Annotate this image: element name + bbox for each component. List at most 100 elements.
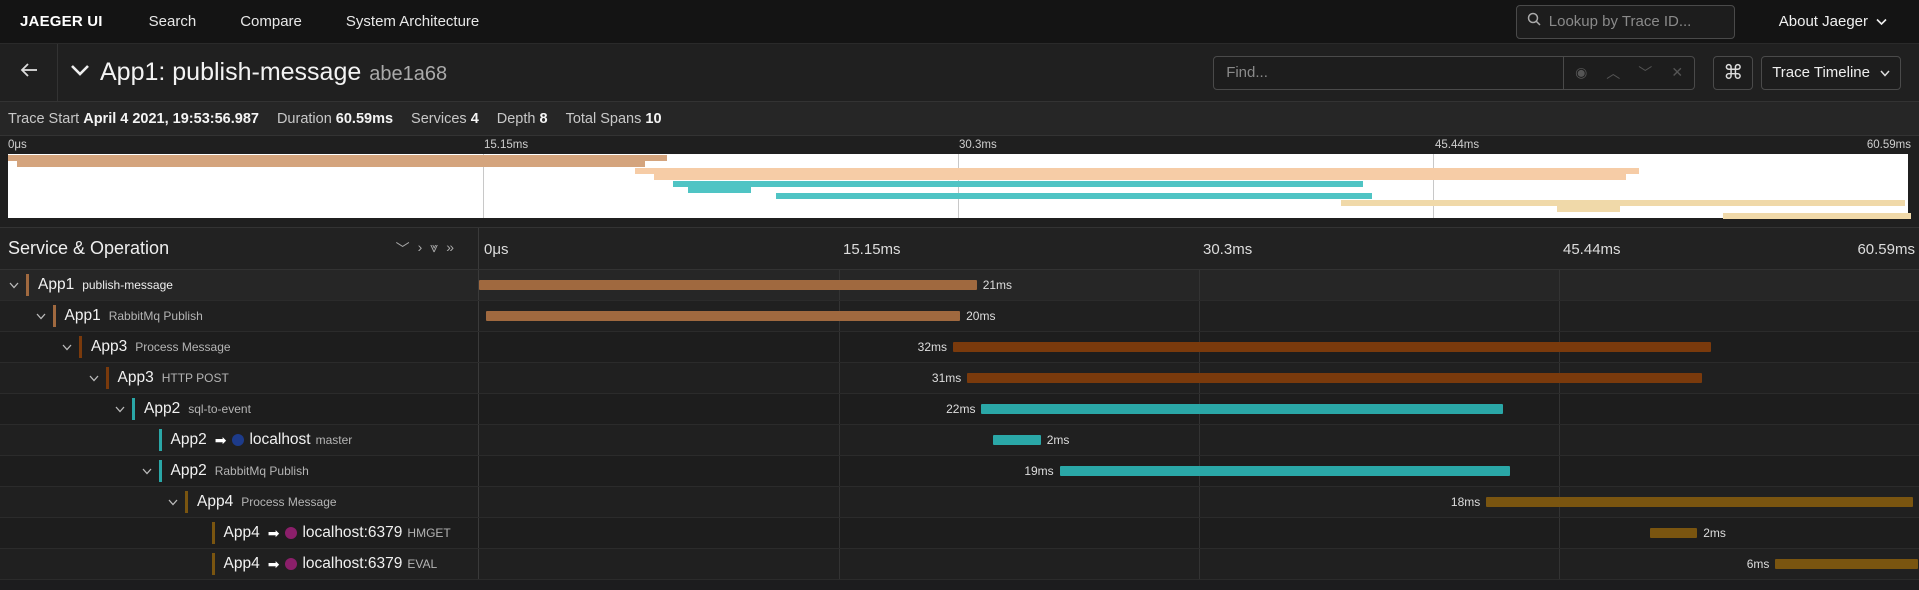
minimap-span-bar — [776, 193, 1373, 200]
span-name-cell[interactable]: App4 Process Message — [0, 487, 479, 517]
operation-name: RabbitMq Publish — [108, 309, 203, 323]
operation-name: Process Message — [241, 495, 337, 509]
jaeger-brand[interactable]: JAEGER UI — [20, 13, 103, 30]
timeline-gridline — [839, 363, 840, 393]
expand-one-icon[interactable]: › — [418, 239, 423, 259]
span-name-cell[interactable]: App2 RabbitMq Publish — [0, 456, 479, 486]
span-duration-label: 31ms — [931, 371, 962, 385]
span-bar[interactable] — [967, 373, 1702, 383]
span-bar[interactable] — [1059, 466, 1510, 476]
span-timeline-cell[interactable]: 31ms — [479, 363, 1919, 393]
collapse-one-icon[interactable]: ﹀ — [396, 239, 410, 259]
span-row[interactable]: App4 ➡ localhost:6379 EVAL 6ms — [0, 549, 1919, 580]
span-timeline-cell[interactable]: 22ms — [479, 394, 1919, 424]
span-timeline-cell[interactable]: 20ms — [479, 301, 1919, 331]
chevron-down-icon[interactable] — [139, 464, 155, 478]
minimap-canvas[interactable] — [8, 154, 1912, 219]
nav-search[interactable]: Search — [149, 13, 197, 30]
collapse-all-icon[interactable]: ⩔ — [430, 239, 438, 259]
chevron-down-icon[interactable] — [165, 495, 181, 509]
span-bar[interactable] — [981, 404, 1503, 414]
peer-service-dot-icon — [285, 558, 298, 570]
chevron-down-icon[interactable] — [6, 278, 22, 292]
trace-id-lookup[interactable] — [1515, 4, 1735, 39]
chevron-up-icon[interactable]: ︿ — [1604, 63, 1622, 83]
chevron-down-icon[interactable] — [59, 340, 75, 354]
span-name-cell[interactable]: App1 RabbitMq Publish — [0, 301, 479, 331]
span-duration-label: 6ms — [1746, 557, 1770, 571]
arrow-right-icon: ➡ — [267, 555, 280, 572]
span-row[interactable]: App4 Process Message 18ms — [0, 487, 1919, 518]
span-bar[interactable] — [1486, 497, 1913, 507]
find-input[interactable] — [1226, 64, 1547, 81]
span-name-cell[interactable]: App2 sql-to-event — [0, 394, 479, 424]
span-bar[interactable] — [1775, 559, 1918, 569]
close-icon[interactable]: ✕ — [1668, 64, 1686, 81]
span-duration-label: 2ms — [1046, 433, 1070, 447]
span-bar[interactable] — [486, 311, 961, 321]
timeline-gridline — [839, 332, 840, 362]
timeline-tick: 45.44ms — [1563, 241, 1621, 258]
span-name-cell[interactable]: App4 ➡ localhost:6379 EVAL — [0, 549, 479, 579]
span-bar[interactable] — [479, 280, 977, 290]
span-duration-label: 21ms — [982, 278, 1013, 292]
span-timeline-cell[interactable]: 32ms — [479, 332, 1919, 362]
service-name: App2 — [144, 400, 181, 417]
span-timeline-cell[interactable]: 2ms — [479, 518, 1919, 548]
span-timeline-cell[interactable]: 6ms — [479, 549, 1919, 579]
back-button[interactable] — [0, 43, 58, 102]
view-mode-label: Trace Timeline — [1772, 64, 1870, 81]
target-icon[interactable]: ◉ — [1572, 64, 1590, 81]
timeline-gridline — [839, 518, 840, 548]
span-row[interactable]: App1 publish-message 21ms — [0, 270, 1919, 301]
chevron-down-icon[interactable]: ﹀ — [1636, 63, 1654, 83]
span-bar[interactable] — [1649, 528, 1698, 538]
trace-id-input[interactable] — [1548, 13, 1719, 30]
span-duration-label: 20ms — [966, 309, 996, 323]
chevron-down-icon[interactable] — [112, 402, 128, 416]
timeline-gridline — [1199, 487, 1200, 517]
peer-service-dot-icon — [232, 434, 245, 446]
span-row[interactable]: App2 RabbitMq Publish 19ms — [0, 456, 1919, 487]
span-row[interactable]: App2 ➡ localhost master 2ms — [0, 425, 1919, 456]
span-timeline-cell[interactable]: 2ms — [479, 425, 1919, 455]
trace-summary: Trace Start April 4 2021, 19:53:56.987 D… — [0, 102, 1919, 136]
span-name-cell[interactable]: App2 ➡ localhost master — [0, 425, 479, 455]
span-row[interactable]: App4 ➡ localhost:6379 HMGET 2ms — [0, 518, 1919, 549]
span-timeline-cell[interactable]: 18ms — [479, 487, 1919, 517]
trace-minimap[interactable]: 0μs 15.15ms 30.3ms 45.44ms 60.59ms — [0, 136, 1919, 228]
find-field[interactable] — [1213, 55, 1565, 90]
view-mode-select[interactable]: Trace Timeline — [1761, 55, 1901, 90]
span-row[interactable]: App3 HTTP POST 31ms — [0, 363, 1919, 394]
search-icon — [1527, 12, 1541, 31]
timeline-gridline — [1559, 456, 1560, 486]
about-jaeger-menu[interactable]: About Jaeger — [1779, 13, 1887, 30]
operation-name: HMGET — [407, 526, 451, 540]
timeline-gridline — [1199, 270, 1200, 300]
span-name-cell[interactable]: App3 Process Message — [0, 332, 479, 362]
trace-page-header: App1: publish-message abe1a68 ◉ ︿ ﹀ ✕ ⌘ … — [0, 43, 1919, 102]
nav-system-architecture[interactable]: System Architecture — [346, 13, 479, 30]
keyboard-shortcuts-button[interactable]: ⌘ — [1713, 55, 1754, 90]
trace-title[interactable]: App1: publish-message abe1a68 — [70, 58, 447, 87]
arrow-right-icon: ➡ — [267, 524, 280, 541]
operation-name: RabbitMq Publish — [214, 464, 309, 478]
span-row[interactable]: App3 Process Message 32ms — [0, 332, 1919, 363]
service-name: App4 — [223, 555, 260, 572]
span-name-cell[interactable]: App3 HTTP POST — [0, 363, 479, 393]
service-name: App1 — [38, 276, 75, 293]
span-bar[interactable] — [953, 342, 1712, 352]
chevron-down-icon[interactable] — [86, 371, 102, 385]
nav-compare[interactable]: Compare — [240, 13, 302, 30]
span-row[interactable]: App1 RabbitMq Publish 20ms — [0, 301, 1919, 332]
span-name-cell[interactable]: App4 ➡ localhost:6379 HMGET — [0, 518, 479, 548]
collapse-chevron-icon[interactable] — [70, 63, 90, 82]
span-name-cell[interactable]: App1 publish-message — [0, 270, 479, 300]
span-timeline-cell[interactable]: 21ms — [479, 270, 1919, 300]
span-row[interactable]: App2 sql-to-event 22ms — [0, 394, 1919, 425]
span-bar[interactable] — [993, 435, 1041, 445]
minimap-ticks: 0μs 15.15ms 30.3ms 45.44ms 60.59ms — [8, 136, 1911, 154]
expand-all-icon[interactable]: » — [446, 239, 454, 259]
span-timeline-cell[interactable]: 19ms — [479, 456, 1919, 486]
chevron-down-icon[interactable] — [33, 309, 49, 323]
